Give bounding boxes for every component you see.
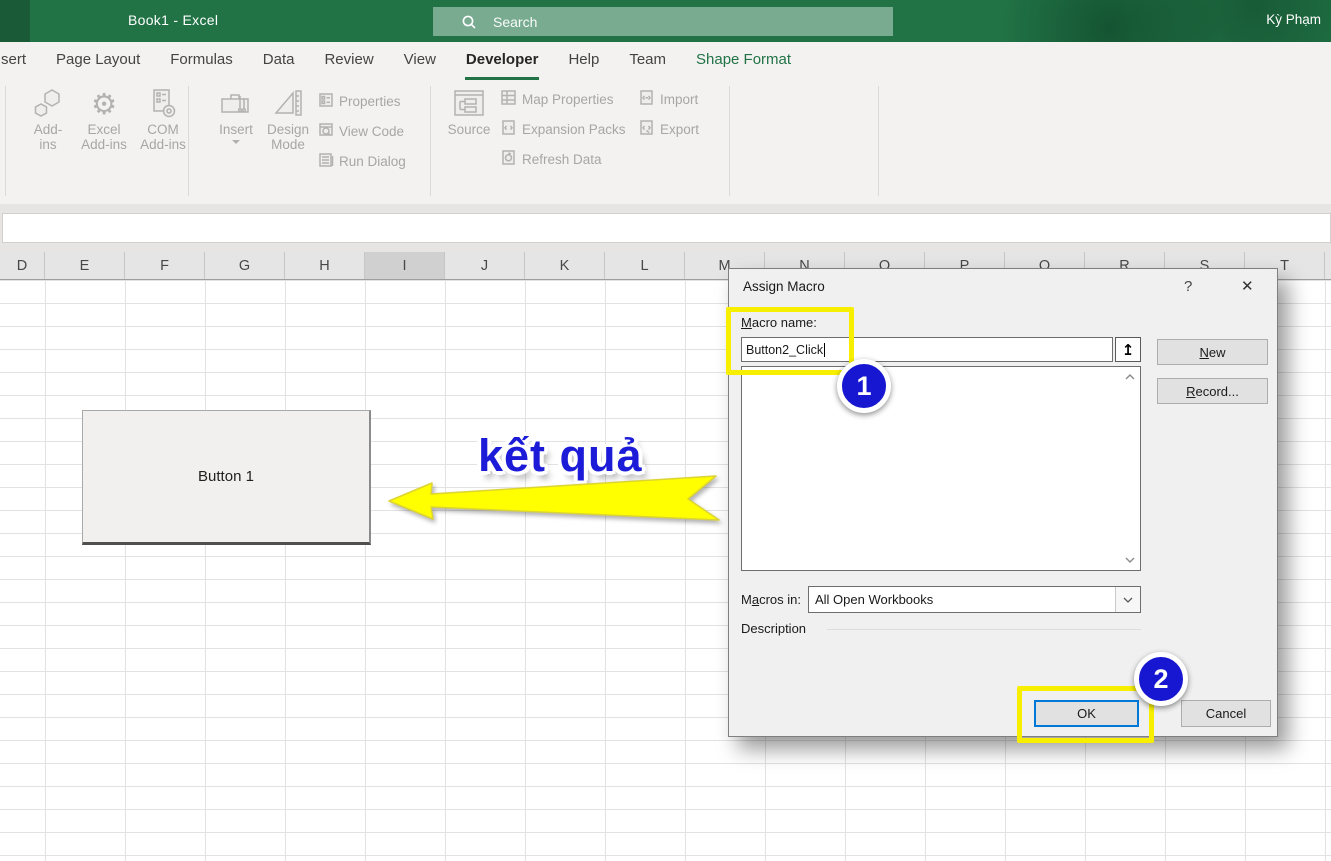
ribbon-tab-row: sert Page Layout Formulas Data Review Vi…: [0, 42, 1331, 80]
macro-name-label: Macro name:: [741, 315, 817, 330]
ribbon-developer: Add- ins ⚙ Excel Add-ins COM Add-ins Add…: [0, 80, 1331, 205]
tab-shape-format[interactable]: Shape Format: [695, 42, 792, 80]
column-header-j[interactable]: J: [445, 252, 525, 279]
record-button[interactable]: Record...: [1157, 378, 1268, 404]
form-button-1[interactable]: Button 1: [82, 410, 371, 545]
gear-icon: ⚙: [91, 86, 117, 122]
view-code-button[interactable]: View Code: [318, 120, 404, 142]
tab-team[interactable]: Team: [628, 42, 667, 80]
macro-name-value: Button2_Click: [746, 343, 823, 357]
formula-bar-input[interactable]: [2, 213, 1331, 243]
group-separator: [878, 86, 879, 196]
dialog-close-icon[interactable]: ✕: [1241, 277, 1254, 295]
text-cursor: [824, 343, 825, 357]
tab-review[interactable]: Review: [323, 42, 374, 80]
document-title: Book1 - Excel: [128, 12, 218, 28]
refresh-data-button[interactable]: Refresh Data: [500, 148, 602, 170]
list-gear-icon: [146, 86, 180, 122]
column-header-e[interactable]: E: [45, 252, 125, 279]
macros-in-label: Macros in:: [741, 592, 801, 607]
import-button[interactable]: Import: [638, 88, 698, 110]
view-code-icon: [318, 122, 334, 141]
map-properties-button[interactable]: Map Properties: [500, 88, 614, 110]
column-header-h[interactable]: H: [285, 252, 365, 279]
step-2-badge: 2: [1134, 652, 1188, 706]
search-input[interactable]: Search: [433, 7, 893, 36]
form-button-label: Button 1: [198, 468, 254, 485]
group-separator: [5, 86, 6, 196]
insert-controls-button[interactable]: Insert: [214, 86, 258, 144]
account-user-name[interactable]: Kỳ Phạm: [1266, 12, 1321, 27]
column-header-i-selected[interactable]: I: [365, 252, 445, 279]
design-mode-button[interactable]: Design Mode: [262, 86, 314, 152]
tab-view[interactable]: View: [403, 42, 437, 80]
description-divider: [827, 629, 1141, 630]
excel-add-ins-button[interactable]: ⚙ Excel Add-ins: [74, 86, 134, 152]
macro-list-box[interactable]: [741, 366, 1141, 571]
scroll-down-icon[interactable]: [1125, 557, 1135, 563]
source-button[interactable]: Source: [444, 86, 494, 137]
tab-help[interactable]: Help: [567, 42, 600, 80]
toolbox-icon: [218, 86, 254, 122]
run-dialog-icon: [318, 152, 334, 171]
search-icon: [461, 14, 477, 30]
assign-macro-dialog: Assign Macro ? ✕ Macro name: Button2_Cli…: [728, 268, 1278, 737]
refresh-data-icon: [500, 149, 517, 169]
formula-bar-strip: [0, 204, 1331, 252]
export-icon: [638, 119, 655, 139]
description-label: Description: [741, 621, 806, 636]
excel-window: Book1 - Excel Search Kỳ Phạm sert Page L…: [0, 0, 1331, 861]
dialog-help-icon[interactable]: ?: [1184, 278, 1192, 295]
import-icon: [638, 89, 655, 109]
run-dialog-button[interactable]: Run Dialog: [318, 150, 406, 172]
column-header-d[interactable]: D: [0, 252, 45, 279]
properties-button[interactable]: Properties: [318, 90, 401, 112]
column-header-f[interactable]: F: [125, 252, 205, 279]
column-header-l[interactable]: L: [605, 252, 685, 279]
collapse-up-button[interactable]: ↥: [1115, 337, 1141, 362]
tab-data[interactable]: Data: [262, 42, 296, 80]
yellow-arrow-left-icon: [386, 474, 720, 522]
macro-name-input[interactable]: Button2_Click: [741, 337, 1113, 362]
group-separator: [729, 86, 730, 196]
column-header-g[interactable]: G: [205, 252, 285, 279]
tab-page-layout[interactable]: Page Layout: [55, 42, 141, 80]
new-button[interactable]: New: [1157, 339, 1268, 365]
add-ins-button[interactable]: Add- ins: [24, 86, 72, 152]
scroll-up-icon[interactable]: [1125, 374, 1135, 380]
search-placeholder: Search: [493, 14, 537, 30]
dropdown-chevron-icon: [1115, 587, 1140, 612]
chevron-down-icon: [232, 140, 240, 144]
macros-in-dropdown[interactable]: All Open Workbooks: [808, 586, 1141, 613]
title-bar: Book1 - Excel Search Kỳ Phạm: [0, 0, 1331, 42]
tab-insert-partial[interactable]: sert: [0, 42, 27, 80]
dialog-title: Assign Macro: [743, 279, 825, 294]
macros-in-value: All Open Workbooks: [809, 592, 1115, 607]
ok-button[interactable]: OK: [1034, 700, 1139, 727]
hexagons-addins-icon: [31, 86, 65, 122]
tab-formulas[interactable]: Formulas: [169, 42, 234, 80]
column-header-k[interactable]: K: [525, 252, 605, 279]
up-arrow-from-bar-icon: ↥: [1122, 341, 1135, 359]
export-button[interactable]: Export: [638, 118, 699, 140]
expansion-packs-button[interactable]: Expansion Packs: [500, 118, 626, 140]
set-square-icon: [271, 86, 305, 122]
expansion-packs-icon: [500, 119, 517, 139]
properties-icon: [318, 92, 334, 111]
group-separator: [430, 86, 431, 196]
xml-source-icon: [451, 86, 487, 122]
com-add-ins-button[interactable]: COM Add-ins: [136, 86, 190, 152]
tab-developer[interactable]: Developer: [465, 42, 540, 80]
cancel-button[interactable]: Cancel: [1181, 700, 1271, 727]
map-properties-icon: [500, 89, 517, 109]
step-1-badge: 1: [837, 359, 891, 413]
